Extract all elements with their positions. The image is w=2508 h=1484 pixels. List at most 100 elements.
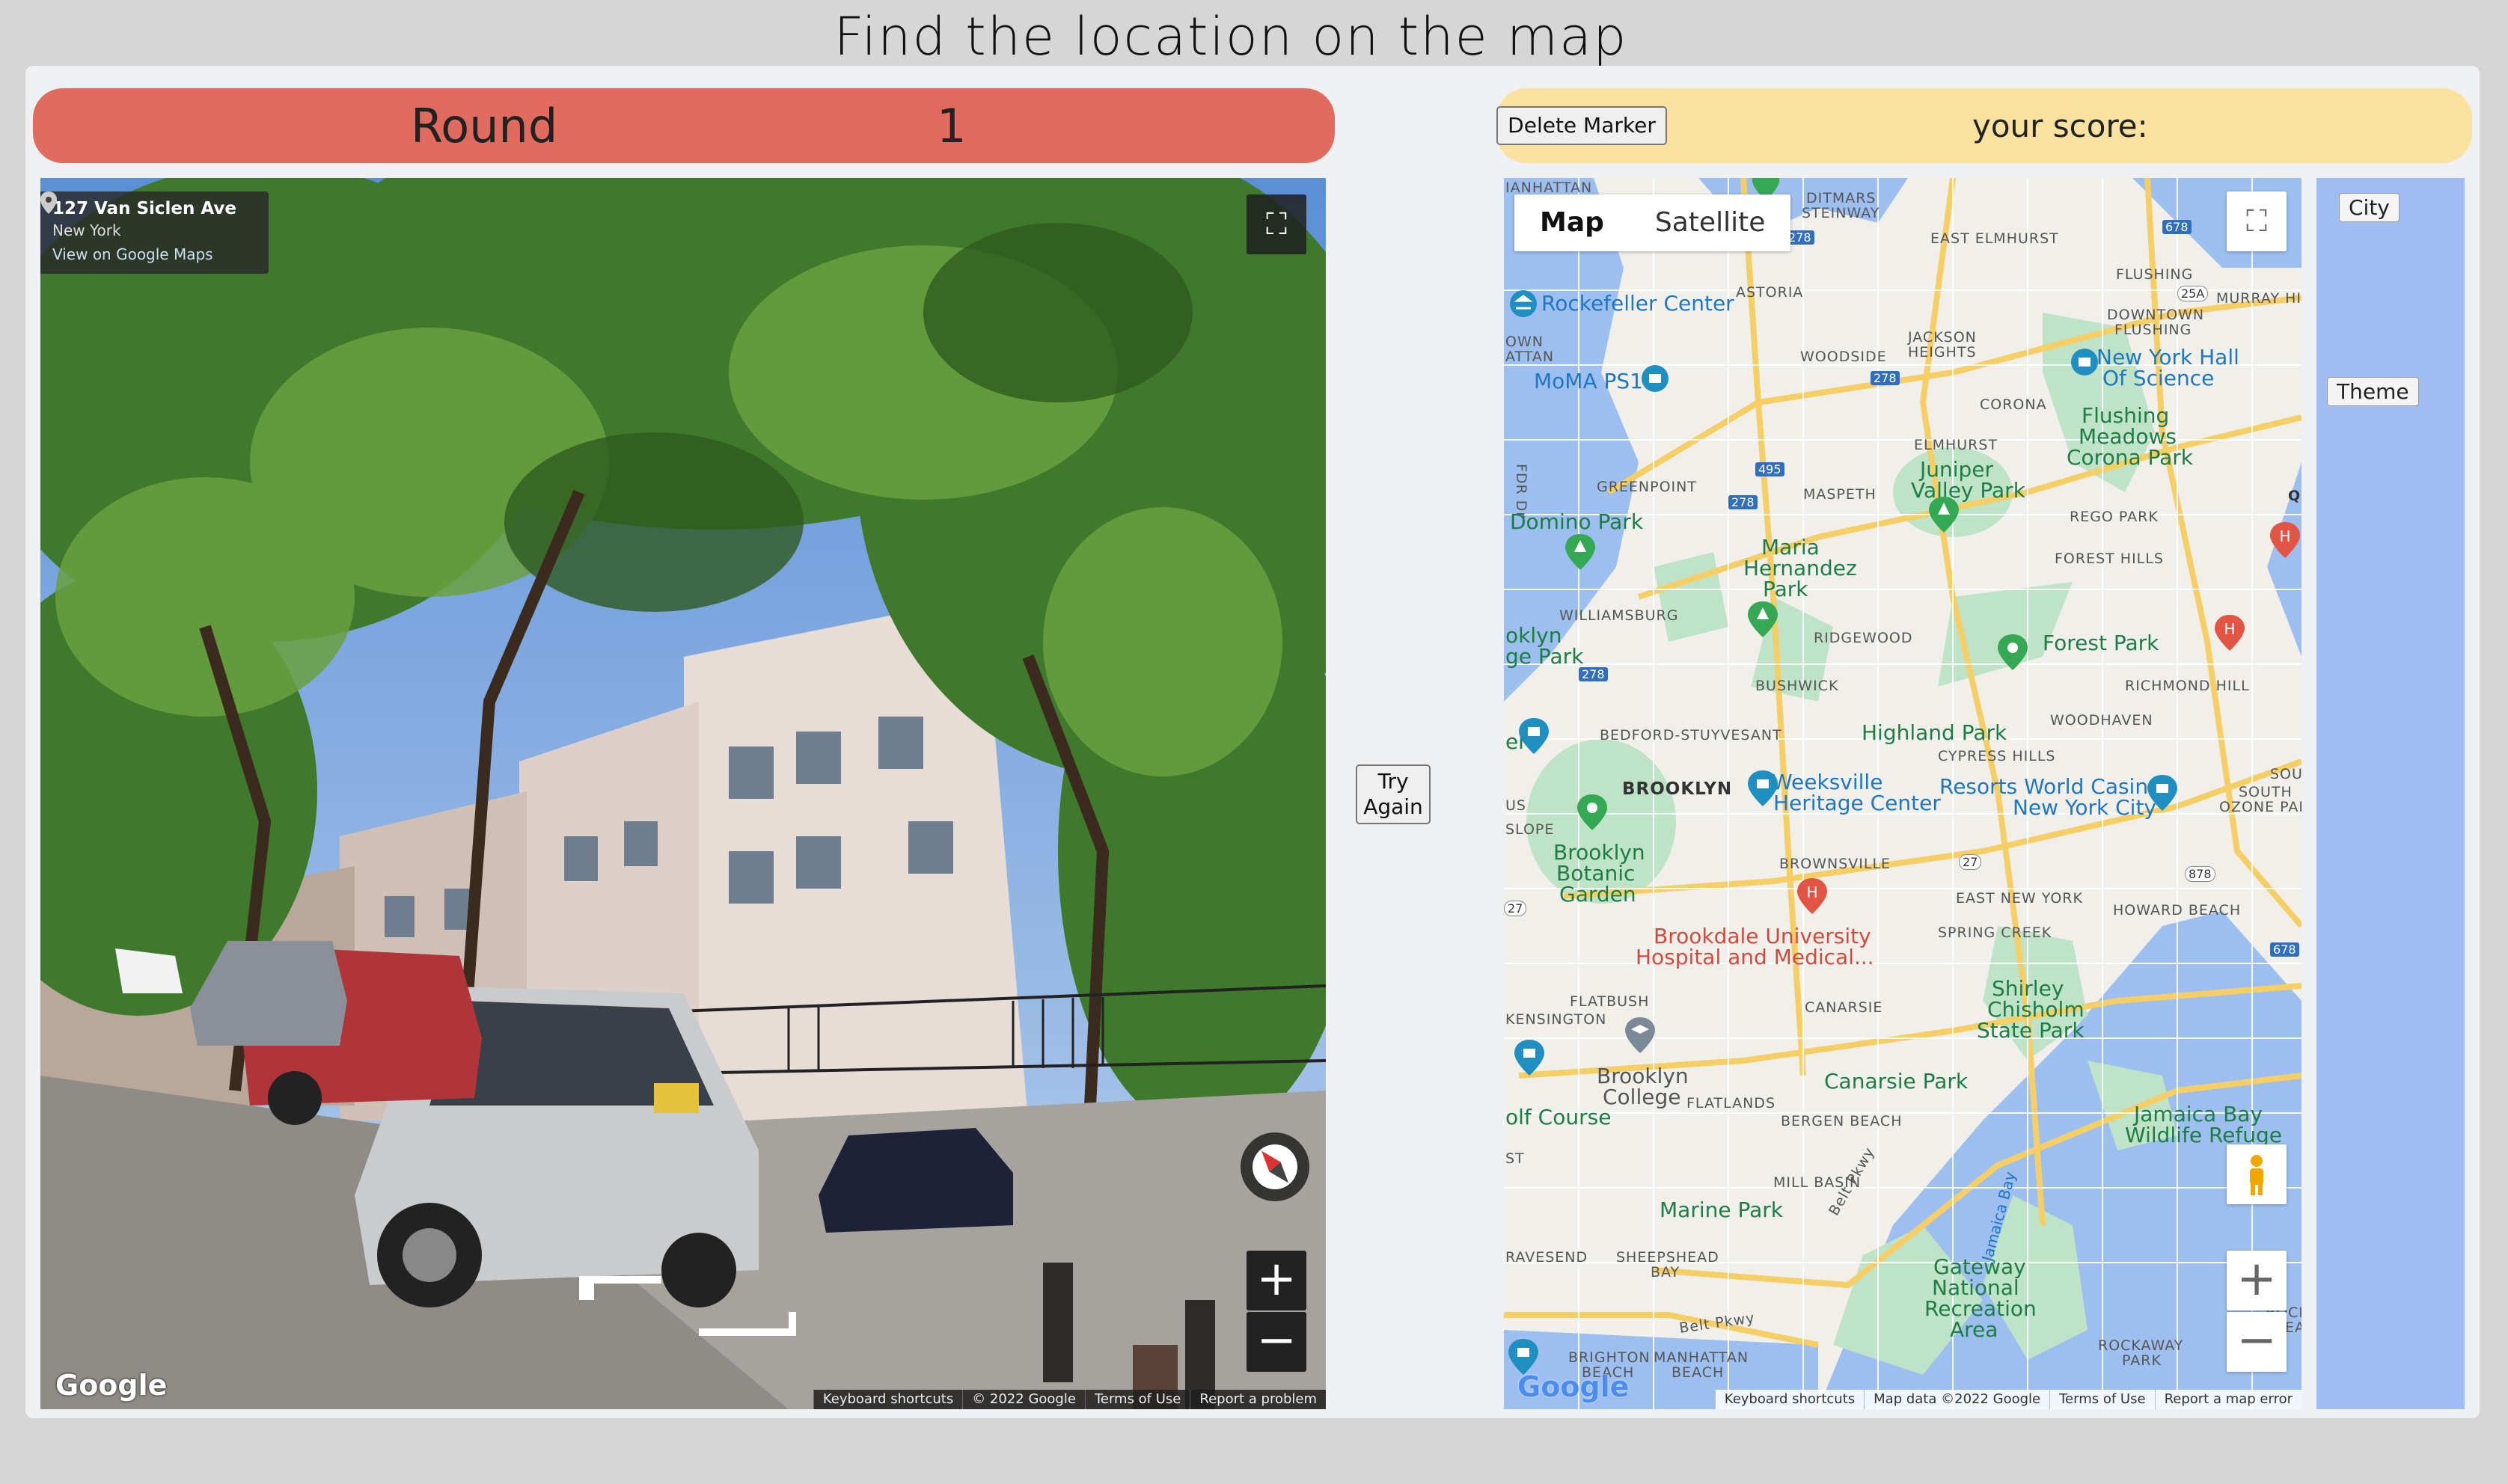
map-label: CYPRESS HILLS [1938,748,2056,764]
map-place-label[interactable]: Maria [1761,537,1820,558]
map-place-label[interactable]: MoMA PS1 [1534,371,1643,392]
map-place-label[interactable]: Chisholm [1987,999,2085,1020]
hospital-pin-icon[interactable]: H [2270,522,2300,558]
map-place-label[interactable]: Meadows [2079,426,2177,447]
map-place-label[interactable]: Weeksville [1772,772,1882,793]
museum-pin-icon[interactable] [2070,347,2099,380]
street-view-panorama[interactable]: 127 Van Siclen Ave New York View on Goog… [40,178,1326,1409]
museum-pin-icon[interactable] [1508,289,1538,322]
map-place-label[interactable]: Corona Park [2067,447,2193,468]
park-pin-icon[interactable] [1508,1339,1538,1375]
map-place-label[interactable]: Resorts World Casino [1939,776,2161,797]
zoom-out-icon[interactable]: − [2227,1312,2287,1372]
report-problem-link[interactable]: Report a problem [1190,1390,1326,1409]
museum-pin-icon[interactable] [1748,770,1778,806]
round-bar: Round 1 [33,88,1335,163]
map-place-label[interactable]: Botanic [1556,863,1635,884]
map-place-label[interactable]: oklyn [1505,625,1562,646]
map-place-label[interactable]: Brookdale University [1654,926,1871,947]
park-pin-icon[interactable] [1748,601,1778,637]
map-place-label[interactable]: Rockefeller Center [1541,293,1734,314]
try-again-line1: Try [1377,769,1409,794]
zoom-out-icon[interactable]: − [1247,1312,1306,1372]
museum-pin-icon[interactable] [1519,718,1549,754]
svg-text:H: H [2224,620,2235,638]
map-place-label[interactable]: Marine Park [1660,1200,1783,1221]
map-label: BEACH [1672,1364,1725,1381]
fullscreen-icon[interactable]: ⛶ [2227,191,2287,251]
report-map-error-link[interactable]: Report a map error [2154,1390,2301,1409]
map-label: CORONA [1980,396,2047,413]
zoom-in-icon[interactable]: + [1247,1251,1306,1310]
map-place-label[interactable]: olf Course [1505,1107,1611,1128]
map-place-label[interactable]: Hospital and Medical... [1636,947,1874,968]
map-place-label[interactable]: Juniper [1920,459,1993,480]
map-data-text: Map data ©2022 Google [1864,1390,2049,1409]
keyboard-shortcuts-link[interactable]: Keyboard shortcuts [1714,1390,1864,1409]
map-place-label[interactable]: Area [1950,1319,1998,1340]
hospital-pin-icon[interactable]: H [1797,878,1827,914]
map-place-label[interactable]: State Park [1977,1020,2085,1041]
map-place-label[interactable]: Valley Park [1911,480,2025,501]
pegman-icon[interactable] [2227,1144,2287,1204]
google-map[interactable]: IANHATTAN DITMARS STEINWAY EAST ELMHURST… [1504,178,2301,1409]
keyboard-shortcuts-link[interactable]: Keyboard shortcuts [813,1390,962,1409]
map-place-label[interactable]: National [1932,1278,2019,1298]
map-place-label[interactable]: New York City [2013,797,2156,818]
theme-button[interactable]: Theme [2327,377,2419,406]
terms-of-use-link[interactable]: Terms of Use [1084,1390,1190,1409]
map-label: BUSHWICK [1755,678,1839,694]
compass-icon[interactable] [1241,1132,1309,1201]
map-place-label[interactable]: Brooklyn [1553,842,1645,863]
map-label: WOODSIDE [1800,349,1887,365]
map-place-label[interactable]: New York Hall [2096,347,2239,368]
fullscreen-icon[interactable]: ⛶ [1247,194,1306,254]
garden-pin-icon[interactable] [1577,794,1607,830]
casino-pin-icon[interactable] [2147,775,2177,811]
hospital-pin-icon[interactable]: H [2215,615,2245,651]
museum-pin-icon[interactable] [1640,364,1670,396]
map-place-label[interactable]: Jamaica Bay [2134,1104,2263,1125]
map-place-label[interactable]: Forest Park [2043,633,2159,654]
map-place-label[interactable]: Recreation [1924,1298,2037,1319]
terms-of-use-link[interactable]: Terms of Use [2049,1390,2154,1409]
school-pin-icon[interactable] [1625,1017,1655,1053]
shopping-pin-icon[interactable] [1514,1040,1544,1076]
map-place-label[interactable]: College [1603,1085,1680,1109]
map-attribution: Keyboard shortcuts Map data ©2022 Google… [1714,1390,2301,1409]
view-on-google-maps-link[interactable]: View on Google Maps [52,245,257,263]
try-again-button[interactable]: Try Again [1356,764,1431,824]
map-place-label[interactable]: Hernandez [1743,558,1857,579]
map-place-label[interactable]: Park [1763,579,1808,600]
map-place-label[interactable]: Domino Park [1510,512,1643,533]
map-label: IANHATTAN [1505,180,1593,196]
map-type-satellite-button[interactable]: Satellite [1630,194,1790,251]
round-label: Round [411,99,558,153]
city-button[interactable]: City [2339,193,2400,222]
highway-shield: 678 [2162,220,2192,234]
map-place-label[interactable]: Flushing [2082,405,2169,426]
map-label: FLATLANDS [1686,1095,1776,1112]
park-pin-icon[interactable] [1998,634,2028,670]
park-pin-icon[interactable] [1929,497,1959,533]
delete-marker-button[interactable]: Delete Marker [1496,106,1667,145]
map-label: MANHATTAN [1654,1349,1749,1366]
map-place-label[interactable]: ge Park [1505,646,1583,667]
page-title: Find the location on the map [834,6,1628,67]
map-place-label[interactable]: Gateway [1933,1257,2026,1278]
map-place-label[interactable]: Of Science [2102,368,2214,389]
map-type-map-button[interactable]: Map [1514,194,1630,251]
map-place-label[interactable]: Wildlife Refuge [2125,1125,2282,1146]
map-label: STEINWAY [1802,205,1880,221]
zoom-in-icon[interactable]: + [2227,1251,2287,1310]
map-place-label[interactable]: Highland Park [1862,723,2007,743]
highway-shield: 278 [1871,371,1900,385]
park-pin-icon[interactable] [1565,534,1595,570]
map-place-label[interactable]: Canarsie Park [1824,1071,1968,1092]
map-place-label[interactable]: Garden [1559,884,1636,905]
highway-shield: 278 [1728,495,1758,509]
map-place-label[interactable]: Shirley [1992,978,2064,999]
pin-icon[interactable] [40,191,57,214]
map-label: GREENPOINT [1597,479,1697,495]
map-place-label[interactable]: Heritage Center [1773,793,1941,814]
